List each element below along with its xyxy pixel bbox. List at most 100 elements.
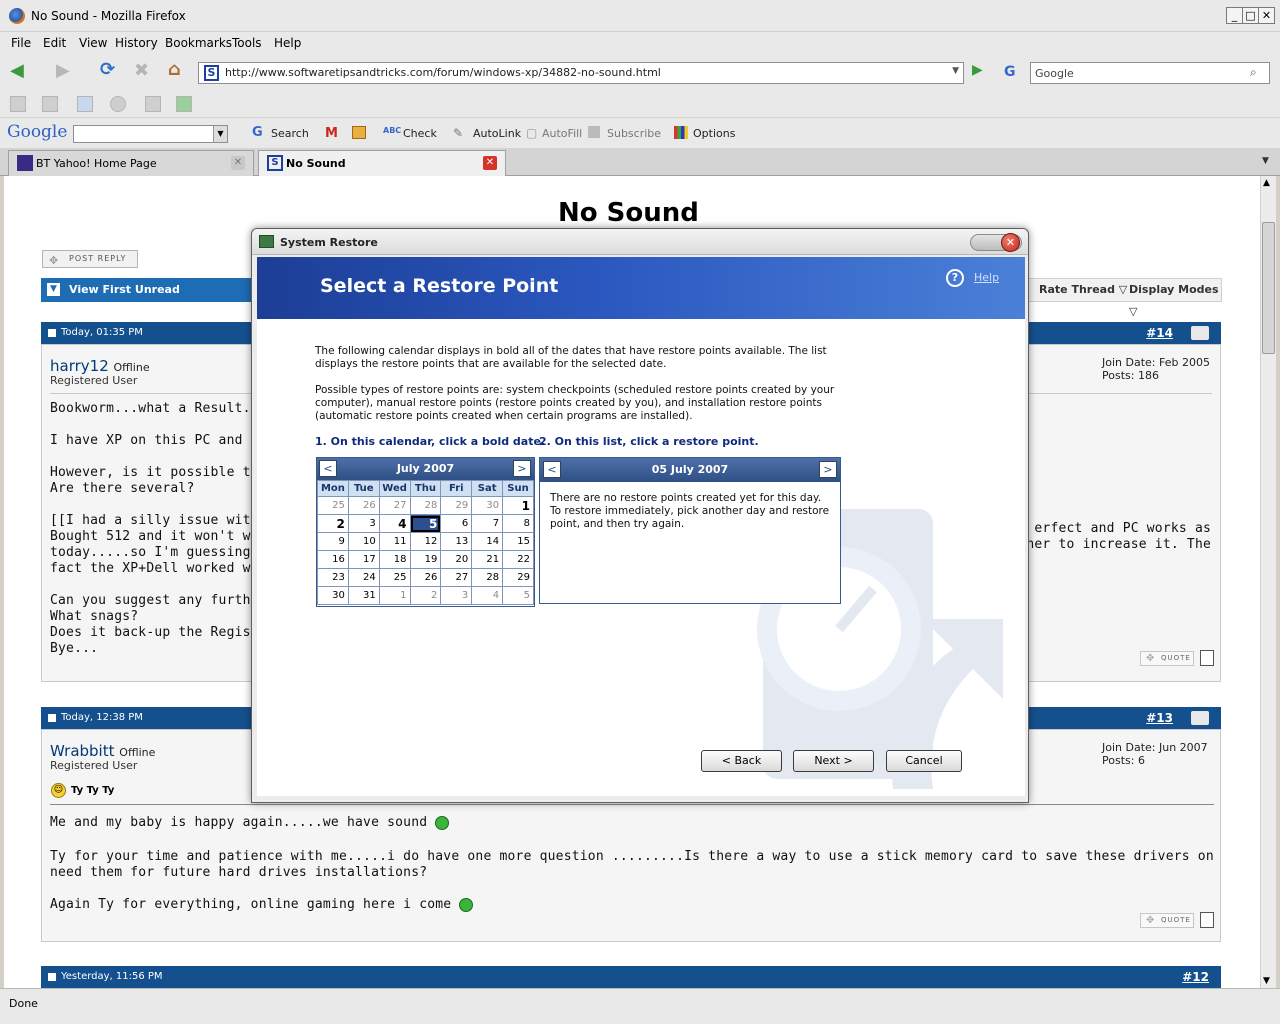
autofill-button[interactable]: AutoFill: [542, 127, 582, 140]
bookmark-icon[interactable]: [77, 96, 93, 112]
next-button[interactable]: Next >: [793, 750, 874, 772]
calendar-prev-button[interactable]: <: [319, 460, 337, 477]
calendar-day[interactable]: 5: [502, 586, 534, 605]
back-icon[interactable]: ◀: [10, 60, 24, 81]
google-logo[interactable]: Google: [7, 122, 67, 142]
subscribe-button[interactable]: Subscribe: [607, 127, 661, 140]
post-number-link[interactable]: #13: [1146, 707, 1173, 729]
post-username[interactable]: harry12 Offline: [50, 357, 150, 375]
calendar-day[interactable]: 10: [347, 532, 380, 551]
chevron-down-icon[interactable]: ▼: [213, 126, 227, 142]
calendar-day[interactable]: 26: [347, 496, 380, 515]
calendar-day[interactable]: 30: [317, 586, 349, 605]
dialog-close-button[interactable]: ✕: [1001, 233, 1020, 252]
url-bar[interactable]: S http://www.softwaretipsandtricks.com/f…: [198, 62, 964, 84]
help-icon[interactable]: ?: [946, 269, 964, 287]
history-icon[interactable]: [110, 96, 126, 112]
forward-icon[interactable]: ▶: [56, 60, 70, 81]
report-post-icon[interactable]: [1200, 912, 1214, 928]
search-box[interactable]: Google: [1030, 62, 1270, 84]
calendar-next-button[interactable]: >: [513, 460, 531, 477]
calendar-day[interactable]: 4: [471, 586, 504, 605]
calendar-day[interactable]: 27: [378, 496, 411, 515]
vertical-scrollbar[interactable]: ▲ ▼: [1260, 176, 1276, 988]
calendar-day[interactable]: 7: [471, 514, 504, 533]
calendar-day[interactable]: 1: [378, 586, 411, 605]
calendar-day[interactable]: 12: [409, 532, 442, 551]
rate-thread-menu[interactable]: Rate Thread ▽: [1039, 279, 1127, 301]
calendar-day[interactable]: 16: [317, 550, 349, 569]
calendar-day[interactable]: 25: [317, 496, 349, 515]
back-button[interactable]: < Back: [701, 750, 782, 772]
calendar-day[interactable]: 23: [317, 568, 349, 587]
calendar-day[interactable]: 4: [378, 514, 411, 533]
minimize-button[interactable]: _: [1226, 7, 1243, 24]
calendar-day[interactable]: 29: [502, 568, 534, 587]
calendar-day[interactable]: 26: [409, 568, 442, 587]
calendar-day[interactable]: 18: [378, 550, 411, 569]
calendar-day[interactable]: 2: [317, 514, 349, 533]
menu-history[interactable]: History: [115, 36, 158, 50]
calendar-day[interactable]: 11: [378, 532, 411, 551]
google-search-input[interactable]: ▼: [73, 125, 228, 143]
calendar-day[interactable]: 27: [440, 568, 473, 587]
calendar-day-selected[interactable]: 5: [409, 514, 442, 533]
download-icon[interactable]: [176, 96, 192, 112]
tab-no-sound[interactable]: S No Sound ✕: [258, 150, 506, 177]
calendar-day[interactable]: 29: [440, 496, 473, 515]
calendar-day[interactable]: 13: [440, 532, 473, 551]
calendar-day[interactable]: 21: [471, 550, 504, 569]
calendar-day[interactable]: 9: [317, 532, 349, 551]
close-tab-icon[interactable]: ✕: [483, 156, 497, 170]
popup-blocker-icon[interactable]: [352, 126, 366, 139]
calendar-day[interactable]: 28: [409, 496, 442, 515]
search-engine-icon[interactable]: G: [1004, 64, 1016, 80]
menu-help[interactable]: Help: [274, 36, 301, 50]
calendar-day[interactable]: 30: [471, 496, 504, 515]
multiquote-icon[interactable]: [1191, 326, 1209, 340]
post-username[interactable]: Wrabbitt Offline: [50, 742, 155, 760]
post-number-link[interactable]: #12: [1182, 966, 1209, 988]
toolbar-icon-2[interactable]: [42, 96, 58, 112]
scrollbar-thumb[interactable]: [1262, 222, 1275, 354]
view-first-unread-link[interactable]: ▼ View First Unread: [41, 278, 251, 302]
calendar-day[interactable]: 3: [440, 586, 473, 605]
quote-button[interactable]: ✥ QUOTE: [1140, 651, 1194, 666]
options-button[interactable]: Options: [693, 127, 735, 140]
close-tab-icon[interactable]: ✕: [231, 156, 245, 170]
menu-view[interactable]: View: [79, 36, 107, 50]
calendar-day[interactable]: 31: [347, 586, 380, 605]
quote-button[interactable]: ✥ QUOTE: [1140, 913, 1194, 928]
close-window-button[interactable]: ✕: [1258, 7, 1275, 24]
toolbar-icon-1[interactable]: [10, 96, 26, 112]
gmail-icon[interactable]: M: [325, 126, 338, 141]
scroll-up-icon[interactable]: ▲: [1263, 178, 1270, 188]
post-reply-button[interactable]: ✥ POST REPLY: [42, 250, 138, 268]
help-link[interactable]: Help: [974, 271, 999, 284]
calendar-day[interactable]: 28: [471, 568, 504, 587]
menu-edit[interactable]: Edit: [43, 36, 66, 50]
check-button[interactable]: Check: [403, 127, 437, 140]
go-icon[interactable]: ▶: [972, 62, 983, 78]
multiquote-icon[interactable]: [1191, 711, 1209, 725]
tab-list-icon[interactable]: ▼: [1262, 156, 1269, 166]
calendar-day[interactable]: 14: [471, 532, 504, 551]
calendar-day[interactable]: 22: [502, 550, 534, 569]
calendar-day[interactable]: 19: [409, 550, 442, 569]
home-icon[interactable]: ⌂: [168, 59, 181, 80]
maximize-button[interactable]: □: [1242, 7, 1259, 24]
calendar-day[interactable]: 17: [347, 550, 380, 569]
calendar-day[interactable]: 6: [440, 514, 473, 533]
url-dropdown-icon[interactable]: ▼: [952, 66, 959, 76]
calendar-day[interactable]: 8: [502, 514, 534, 533]
restore-list-next-button[interactable]: >: [819, 461, 837, 478]
cancel-button[interactable]: Cancel: [886, 750, 962, 772]
calendar-day[interactable]: 1: [502, 496, 534, 515]
menu-file[interactable]: File: [11, 36, 31, 50]
scroll-down-icon[interactable]: ▼: [1263, 976, 1270, 986]
menu-bookmarks[interactable]: Bookmarks: [165, 36, 232, 50]
reload-icon[interactable]: ⟳: [100, 59, 115, 80]
calendar-day[interactable]: 3: [347, 514, 380, 533]
calendar-day[interactable]: 24: [347, 568, 380, 587]
calendar-day[interactable]: 20: [440, 550, 473, 569]
